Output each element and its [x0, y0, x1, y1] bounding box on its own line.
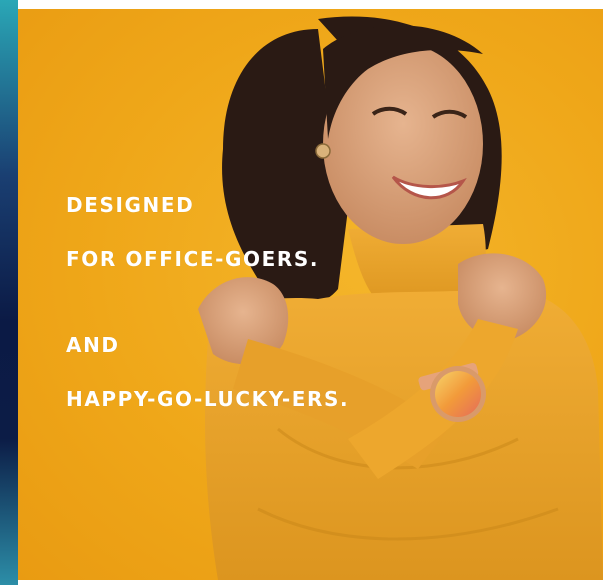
ad-screenshot: DESIGNED FOR OFFICE-GOERS. AND HAPPY-GO-… [0, 0, 603, 585]
headline-line-2: FOR OFFICE-GOERS. [66, 247, 320, 271]
watch-ad-banner[interactable]: DESIGNED FOR OFFICE-GOERS. AND HAPPY-GO-… [18, 9, 603, 580]
headline-line-3: AND [66, 333, 120, 357]
model-photo [198, 16, 603, 580]
earring [315, 143, 331, 159]
headline-line-1: DESIGNED [66, 193, 195, 217]
headline-line-4: HAPPY-GO-LUCKY-ERS. [66, 387, 350, 411]
adjacent-image-edge [0, 0, 18, 585]
